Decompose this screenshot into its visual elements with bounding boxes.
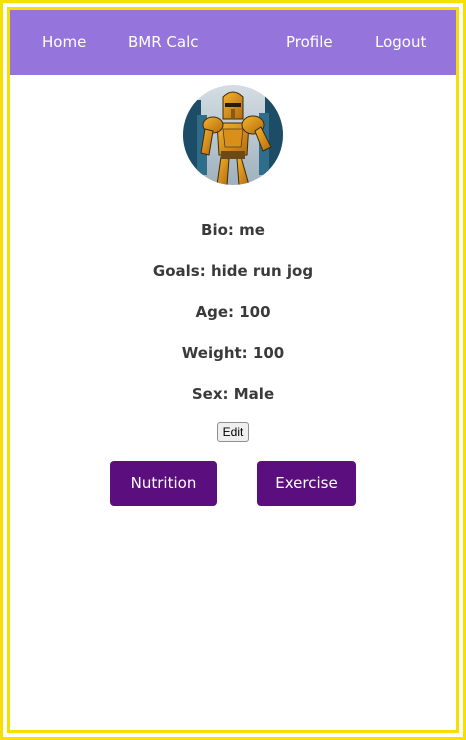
nav-bmr-calc-link[interactable]: BMR Calc	[128, 10, 199, 75]
profile-avatar	[183, 85, 283, 185]
edit-profile-button[interactable]: Edit	[217, 422, 249, 442]
exercise-button[interactable]: Exercise	[257, 461, 356, 506]
profile-weight: Weight: 100	[181, 344, 285, 362]
profile-bio: Bio: me	[201, 221, 265, 239]
profile-sex: Sex: Male	[191, 385, 275, 403]
knight-avatar-icon	[183, 85, 283, 185]
navbar: Home BMR Calc Profile Logout	[10, 10, 456, 75]
nav-home-link[interactable]: Home	[42, 10, 86, 75]
profile-goals: Goals: hide run jog	[152, 262, 314, 280]
nav-logout-link[interactable]: Logout	[375, 10, 426, 75]
nav-profile-link[interactable]: Profile	[286, 10, 333, 75]
profile-age: Age: 100	[195, 303, 271, 321]
nutrition-button[interactable]: Nutrition	[110, 461, 217, 506]
